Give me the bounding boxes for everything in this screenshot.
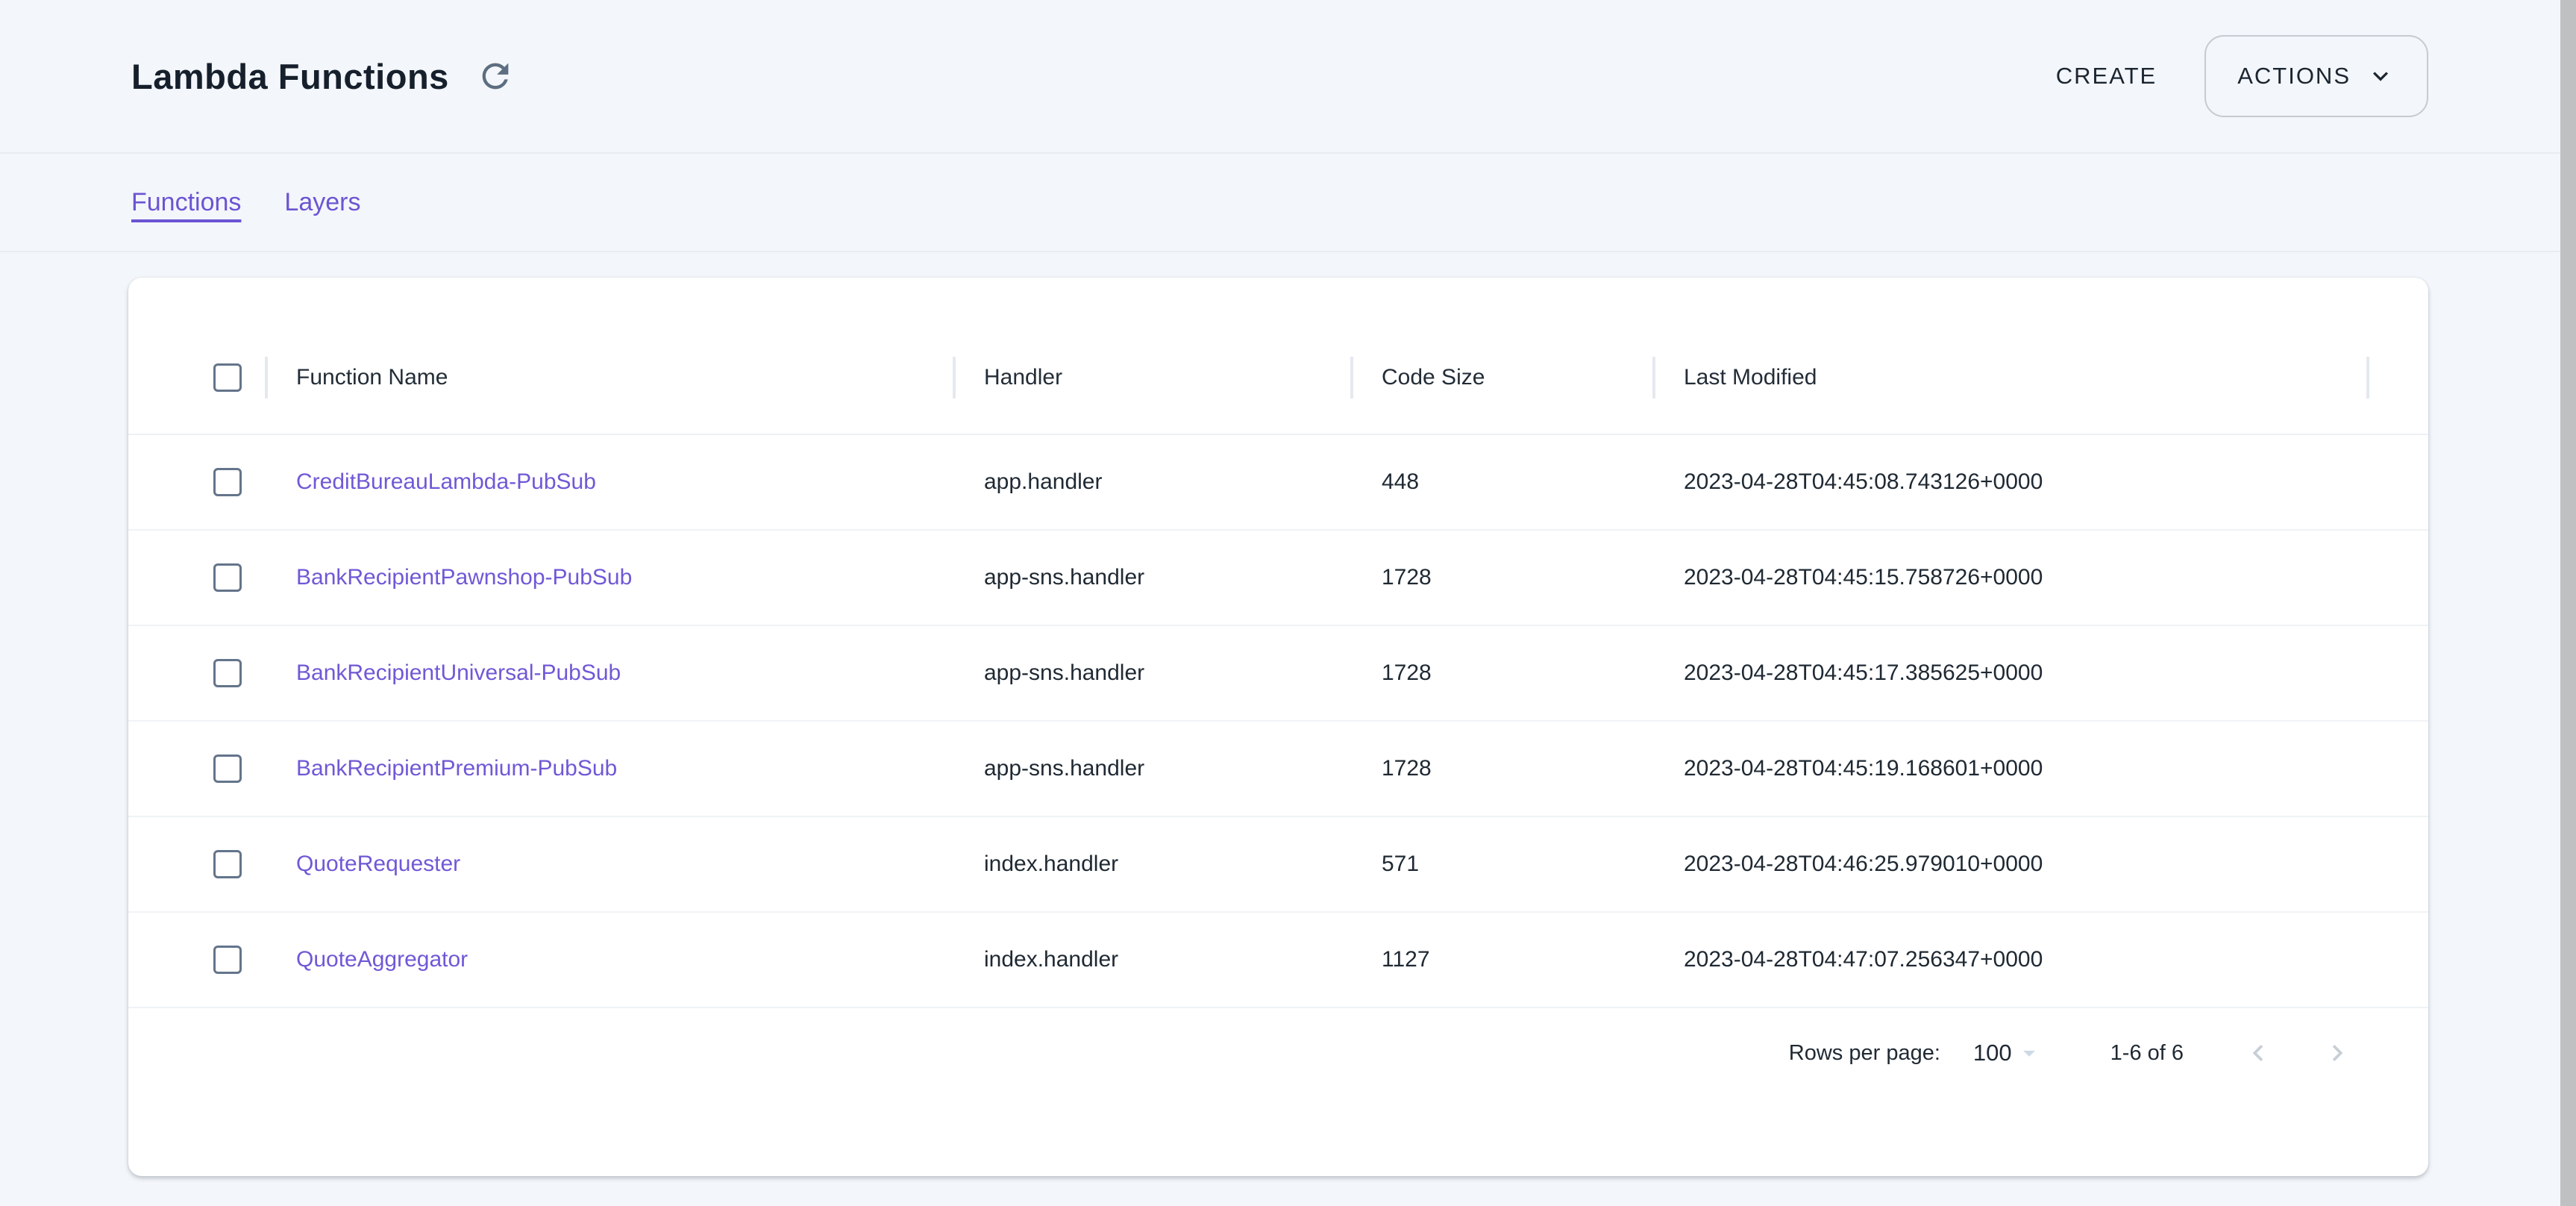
last-modified-cell: 2023-04-28T04:45:15.758726+0000: [1652, 565, 2366, 590]
actions-button-label: ACTIONS: [2237, 63, 2351, 90]
pagination-range-label: 1-6 of 6: [2110, 1041, 2184, 1066]
tabbar: Functions Layers: [0, 154, 2576, 252]
code-size-cell: 1728: [1350, 660, 1652, 686]
row-checkbox-cell: [128, 563, 265, 592]
column-header-label: Function Name: [296, 365, 448, 390]
row-checkbox-cell: [128, 946, 265, 974]
last-modified-cell: 2023-04-28T04:47:07.256347+0000: [1652, 947, 2366, 972]
handler-cell: app-sns.handler: [953, 660, 1350, 686]
code-size-cell: 1127: [1350, 947, 1652, 972]
column-divider: [265, 357, 268, 399]
code-size-cell: 571: [1350, 852, 1652, 877]
row-checkbox-cell: [128, 468, 265, 496]
tab-functions[interactable]: Functions: [131, 188, 241, 217]
row-checkbox-cell: [128, 850, 265, 878]
rows-per-page-select[interactable]: 100: [1973, 1039, 2043, 1067]
handler-cell: app.handler: [953, 469, 1350, 495]
code-size-cell: 448: [1350, 469, 1652, 495]
rows-per-page-label: Rows per page:: [1789, 1041, 1940, 1066]
function-name-cell: BankRecipientPremium-PubSub: [265, 756, 953, 781]
topbar: Lambda Functions CREATE ACTIONS: [0, 0, 2576, 154]
table-row: BankRecipientPawnshop-PubSub app-sns.han…: [128, 531, 2428, 626]
content-area: Function Name Handler Code Size Last Mod…: [0, 252, 2576, 1176]
arrow-dropdown-icon: [2012, 1039, 2043, 1067]
table-header-row: Function Name Handler Code Size Last Mod…: [128, 321, 2428, 435]
select-all-checkbox[interactable]: [213, 363, 242, 392]
table-row: CreditBureauLambda-PubSub app.handler 44…: [128, 435, 2428, 531]
handler-cell: index.handler: [953, 852, 1350, 877]
row-checkbox[interactable]: [213, 563, 242, 592]
row-checkbox[interactable]: [213, 468, 242, 496]
code-size-cell: 1728: [1350, 756, 1652, 781]
table-body: CreditBureauLambda-PubSub app.handler 44…: [128, 435, 2428, 1008]
page-title: Lambda Functions: [131, 56, 449, 97]
column-divider: [953, 357, 956, 399]
function-name-cell: BankRecipientPawnshop-PubSub: [265, 565, 953, 590]
table-row: BankRecipientUniversal-PubSub app-sns.ha…: [128, 626, 2428, 722]
handler-cell: index.handler: [953, 947, 1350, 972]
row-checkbox[interactable]: [213, 850, 242, 878]
chevron-left-icon: [2242, 1037, 2275, 1069]
chevron-down-icon: [2366, 61, 2395, 91]
pagination-bar: Rows per page: 100 1-6 of 6: [128, 1008, 2428, 1098]
function-name-cell: BankRecipientUniversal-PubSub: [265, 660, 953, 686]
row-checkbox-cell: [128, 754, 265, 783]
previous-page-button[interactable]: [2242, 1037, 2275, 1069]
row-checkbox[interactable]: [213, 754, 242, 783]
select-all-cell: [128, 363, 265, 392]
tab-layers[interactable]: Layers: [284, 188, 360, 217]
column-header-label: Code Size: [1382, 365, 1485, 390]
table-row: BankRecipientPremium-PubSub app-sns.hand…: [128, 722, 2428, 817]
last-modified-cell: 2023-04-28T04:45:17.385625+0000: [1652, 660, 2366, 686]
function-name-link[interactable]: QuoteRequester: [296, 852, 460, 876]
scrollbar-track[interactable]: [2560, 0, 2576, 1206]
title-wrap: Lambda Functions: [131, 56, 515, 97]
last-modified-cell: 2023-04-28T04:46:25.979010+0000: [1652, 852, 2366, 877]
function-name-link[interactable]: BankRecipientUniversal-PubSub: [296, 660, 621, 685]
column-header-last-modified: Last Modified: [1652, 321, 2366, 434]
row-checkbox-cell: [128, 659, 265, 687]
table-row: QuoteAggregator index.handler 1127 2023-…: [128, 913, 2428, 1008]
function-name-cell: CreditBureauLambda-PubSub: [265, 469, 953, 495]
function-name-link[interactable]: CreditBureauLambda-PubSub: [296, 469, 596, 494]
handler-cell: app-sns.handler: [953, 756, 1350, 781]
refresh-button[interactable]: [476, 57, 515, 96]
function-name-cell: QuoteRequester: [265, 852, 953, 877]
create-button[interactable]: CREATE: [2056, 63, 2157, 90]
refresh-icon: [476, 57, 515, 96]
column-header-label: Last Modified: [1684, 365, 1817, 390]
rows-per-page-value: 100: [1973, 1040, 2012, 1066]
table-row: QuoteRequester index.handler 571 2023-04…: [128, 817, 2428, 913]
last-modified-cell: 2023-04-28T04:45:19.168601+0000: [1652, 756, 2366, 781]
function-name-link[interactable]: QuoteAggregator: [296, 947, 468, 972]
code-size-cell: 1728: [1350, 565, 1652, 590]
column-divider: [1350, 357, 1353, 399]
column-header-code-size: Code Size: [1350, 321, 1652, 434]
chevron-right-icon: [2321, 1037, 2354, 1069]
column-header-handler: Handler: [953, 321, 1350, 434]
last-modified-cell: 2023-04-28T04:45:08.743126+0000: [1652, 469, 2366, 495]
row-checkbox[interactable]: [213, 659, 242, 687]
scrollbar-thumb[interactable]: [2560, 0, 2576, 1206]
function-name-link[interactable]: BankRecipientPawnshop-PubSub: [296, 565, 632, 590]
function-name-link[interactable]: BankRecipientPremium-PubSub: [296, 756, 617, 781]
column-divider: [1652, 357, 1655, 399]
column-header-function-name: Function Name: [265, 321, 953, 434]
column-header-empty: [2366, 321, 2428, 434]
topbar-actions: CREATE ACTIONS: [2056, 35, 2428, 117]
handler-cell: app-sns.handler: [953, 565, 1350, 590]
row-checkbox[interactable]: [213, 946, 242, 974]
column-divider: [2366, 357, 2369, 399]
next-page-button[interactable]: [2321, 1037, 2354, 1069]
column-header-label: Handler: [984, 365, 1062, 390]
functions-table-card: Function Name Handler Code Size Last Mod…: [128, 278, 2428, 1176]
function-name-cell: QuoteAggregator: [265, 947, 953, 972]
actions-button[interactable]: ACTIONS: [2204, 35, 2428, 117]
